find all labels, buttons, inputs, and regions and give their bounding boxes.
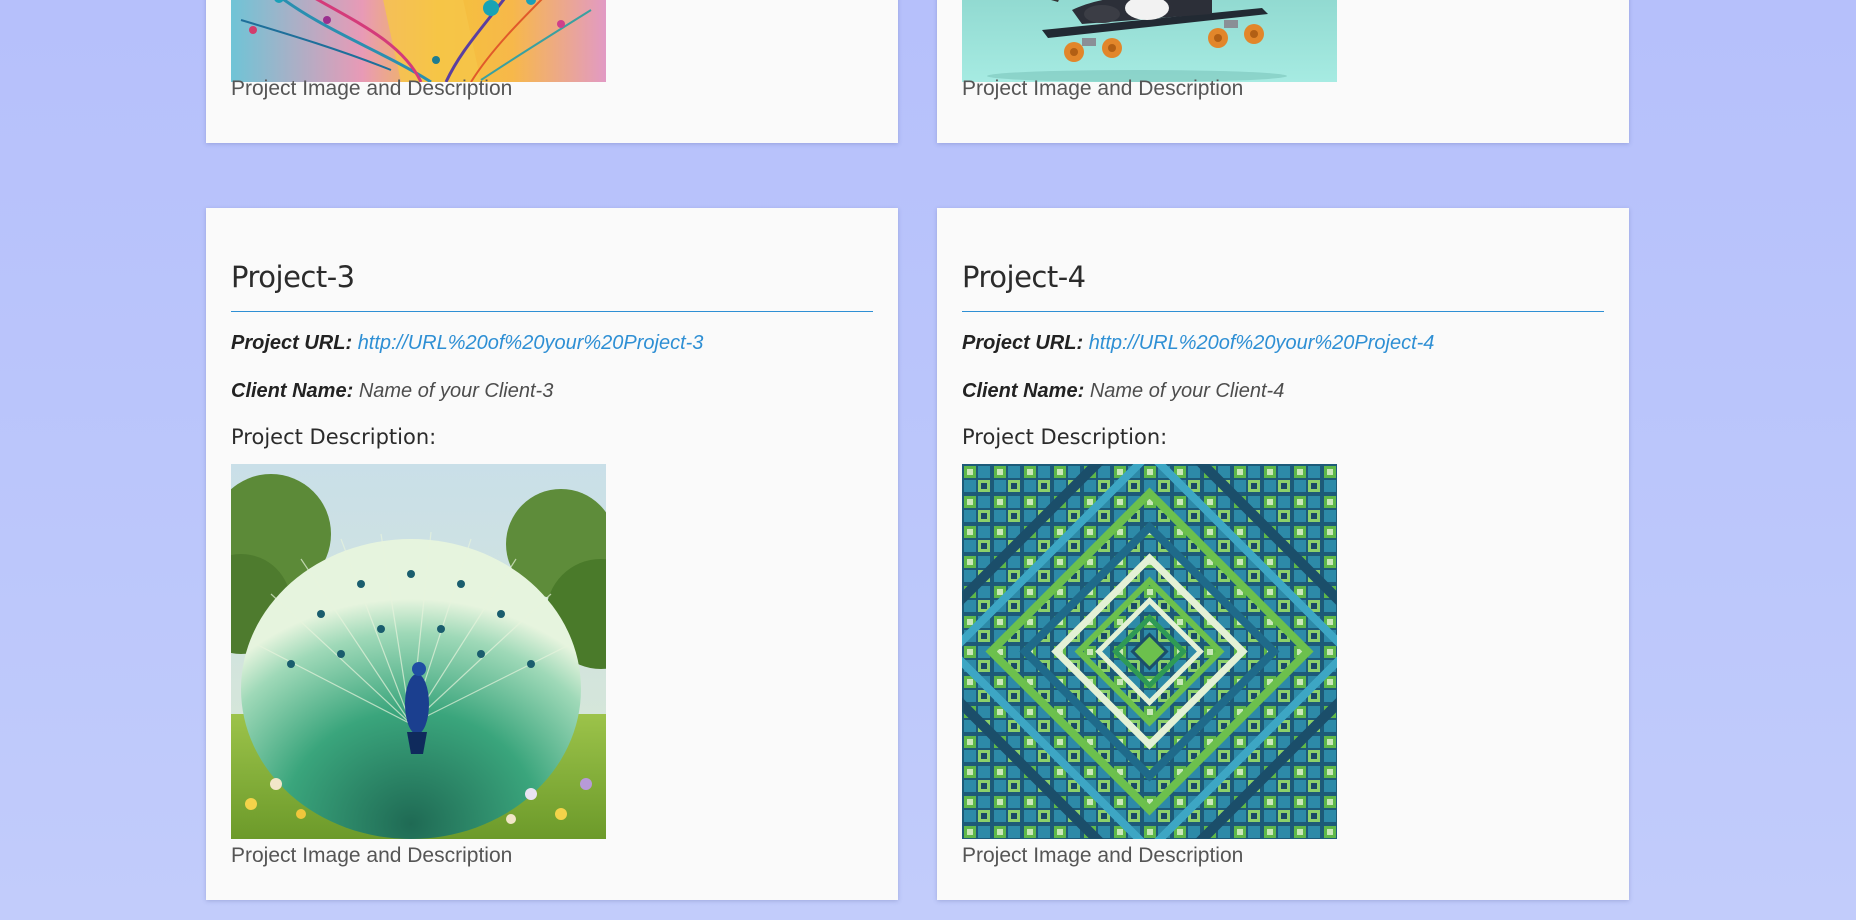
- skateboard-image: [962, 0, 1337, 82]
- project-image-3: [231, 464, 606, 839]
- client-name-value: Name of your Client-3: [358, 380, 554, 402]
- project-url-label: Project URL:: [231, 332, 353, 354]
- project-url-link[interactable]: http://URL%20of%20your%20Project-4: [1089, 332, 1435, 354]
- project-image-2: [962, 0, 1337, 82]
- abstract-splash-image: [231, 0, 606, 82]
- client-name-value: Name of your Client-4: [1089, 380, 1285, 402]
- project-card-3: Project-3 Project URL: http://URL%20of%2…: [206, 208, 898, 900]
- title-divider: [962, 311, 1604, 312]
- geometric-pattern-image: [962, 464, 1337, 839]
- project-image-4: [962, 464, 1337, 839]
- project-title: Project-3: [231, 260, 355, 294]
- project-image-1: [231, 0, 606, 82]
- project-url-label: Project URL:: [962, 332, 1084, 354]
- project-url-row: Project URL: http://URL%20of%20your%20Pr…: [231, 332, 703, 355]
- project-description-label: Project Description:: [962, 425, 1168, 449]
- project-description-label: Project Description:: [231, 425, 437, 449]
- project-caption: Project Image and Description: [962, 77, 1244, 100]
- project-title: Project-4: [962, 260, 1086, 294]
- project-caption: Project Image and Description: [962, 844, 1244, 867]
- project-url-row: Project URL: http://URL%20of%20your%20Pr…: [962, 332, 1434, 355]
- project-url-link[interactable]: http://URL%20of%20your%20Project-3: [358, 332, 704, 354]
- client-name-label: Client Name:: [962, 380, 1085, 402]
- client-name-row: Client Name: Name of your Client-3: [231, 380, 553, 403]
- project-card-4: Project-4 Project URL: http://URL%20of%2…: [937, 208, 1629, 900]
- title-divider: [231, 311, 873, 312]
- client-name-label: Client Name:: [231, 380, 354, 402]
- project-card-1: Project Image and Description: [206, 0, 898, 143]
- peacock-image: [231, 464, 606, 839]
- client-name-row: Client Name: Name of your Client-4: [962, 380, 1284, 403]
- project-caption: Project Image and Description: [231, 844, 513, 867]
- project-caption: Project Image and Description: [231, 77, 513, 100]
- project-card-2: Project Image and Description: [937, 0, 1629, 143]
